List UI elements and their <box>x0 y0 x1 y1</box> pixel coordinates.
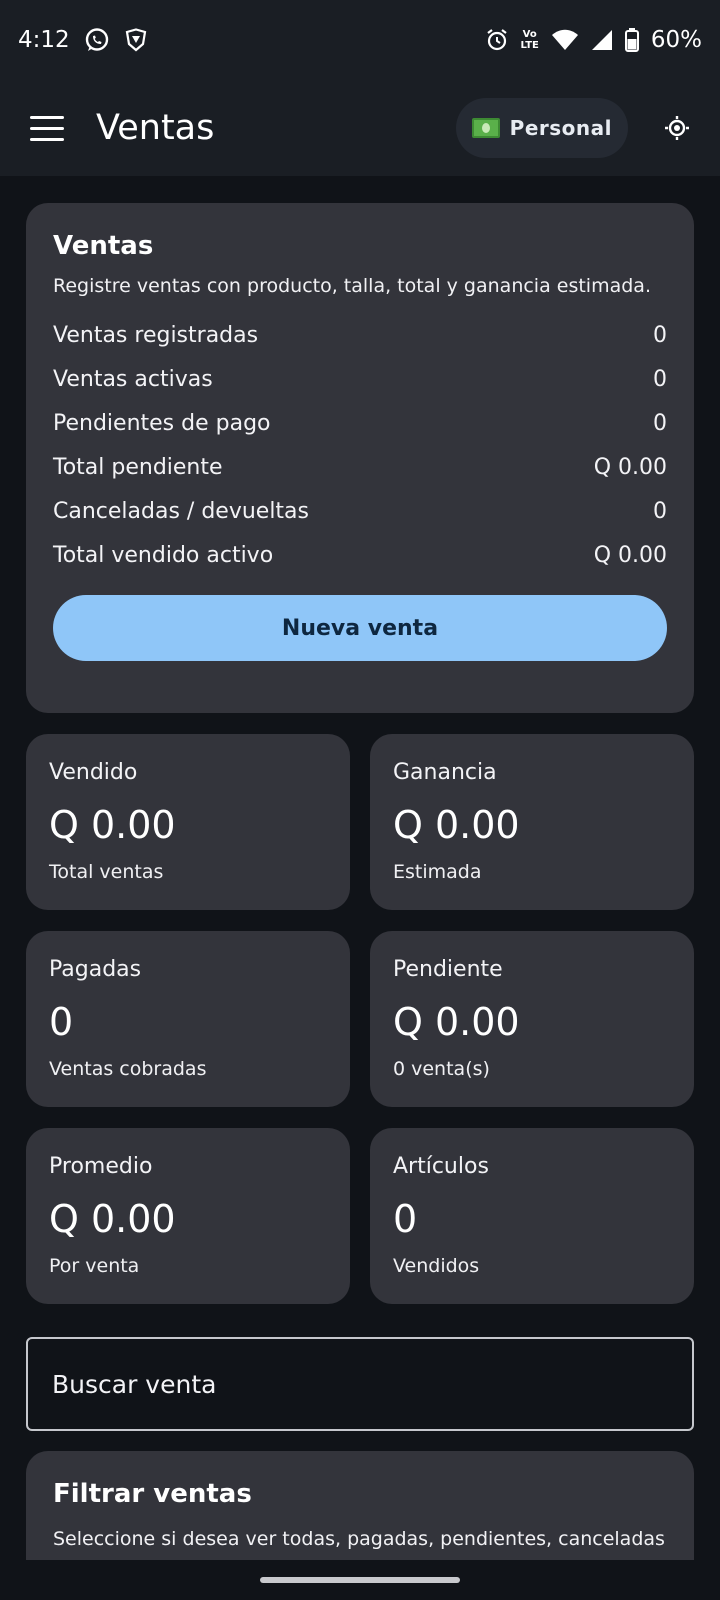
gesture-nav-bar <box>0 1560 720 1600</box>
brightness-icon[interactable] <box>660 111 694 145</box>
menu-icon[interactable] <box>30 111 64 145</box>
status-left: 4:12 <box>18 27 148 53</box>
stat-value: 0 <box>653 498 667 524</box>
metric-card-sold: Vendido Q 0.00 Total ventas <box>26 734 350 910</box>
metric-value: Q 0.00 <box>49 803 176 847</box>
metric-caption: 0 venta(s) <box>393 1058 490 1080</box>
metric-caption: Por venta <box>49 1255 140 1277</box>
metric-value: 0 <box>49 1000 74 1044</box>
new-sale-button[interactable]: Nueva venta <box>53 595 667 661</box>
stat-row-active: Ventas activas 0 <box>53 357 667 401</box>
app-bar: Ventas Personal <box>0 80 720 176</box>
stat-row-pending-payment: Pendientes de pago 0 <box>53 401 667 445</box>
stat-label: Total pendiente <box>53 454 223 480</box>
wifi-icon <box>551 29 579 51</box>
metric-value: 0 <box>393 1197 418 1241</box>
metric-card-profit: Ganancia Q 0.00 Estimada <box>370 734 694 910</box>
metric-caption: Total ventas <box>49 861 164 883</box>
metric-value: Q 0.00 <box>393 803 520 847</box>
stat-value: 0 <box>653 322 667 348</box>
volte-icon: Vo LTE <box>521 29 539 51</box>
metric-card-pending: Pendiente Q 0.00 0 venta(s) <box>370 931 694 1107</box>
summary-title: Ventas <box>53 231 154 261</box>
stat-label: Canceladas / devueltas <box>53 498 309 524</box>
metric-label: Pagadas <box>49 957 142 982</box>
stat-label: Total vendido activo <box>53 542 274 568</box>
signal-icon <box>591 29 613 51</box>
whatsapp-icon <box>84 27 110 53</box>
metric-label: Artículos <box>393 1154 489 1179</box>
status-bar: 4:12 Vo LTE 60% <box>0 0 720 80</box>
metric-label: Ganancia <box>393 760 497 785</box>
stat-row-registered: Ventas registradas 0 <box>53 313 667 357</box>
stat-value: 0 <box>653 366 667 392</box>
metric-caption: Vendidos <box>393 1255 480 1277</box>
stat-row-cancelled: Canceladas / devueltas 0 <box>53 489 667 533</box>
stat-value: Q 0.00 <box>593 454 667 480</box>
metric-label: Vendido <box>49 760 138 785</box>
volte-bottom: LTE <box>520 40 539 51</box>
stat-row-total-pending: Total pendiente Q 0.00 <box>53 445 667 489</box>
stat-label: Pendientes de pago <box>53 410 271 436</box>
alarm-icon <box>485 28 509 52</box>
summary-subtitle: Registre ventas con producto, talla, tot… <box>53 275 651 297</box>
page-title: Ventas <box>96 108 215 148</box>
metric-value: Q 0.00 <box>49 1197 176 1241</box>
profile-mode-chip[interactable]: Personal <box>455 98 628 158</box>
volte-top: Vo <box>522 29 537 40</box>
stat-label: Ventas registradas <box>53 322 259 348</box>
metric-value: Q 0.00 <box>393 1000 520 1044</box>
shield-icon <box>124 28 148 52</box>
metric-caption: Ventas cobradas <box>49 1058 207 1080</box>
metric-card-average: Promedio Q 0.00 Por venta <box>26 1128 350 1304</box>
stat-row-total-active: Total vendido activo Q 0.00 <box>53 533 667 577</box>
metric-caption: Estimada <box>393 861 482 883</box>
sales-screen: 4:12 Vo LTE 60% Ventas Personal Ventas R… <box>0 0 720 1600</box>
filter-title: Filtrar ventas <box>53 1479 252 1509</box>
summary-stats: Ventas registradas 0 Ventas activas 0 Pe… <box>53 313 667 577</box>
home-gesture-handle[interactable] <box>260 1577 460 1583</box>
metric-label: Promedio <box>49 1154 153 1179</box>
search-input[interactable] <box>52 1339 668 1429</box>
battery-percent: 60% <box>650 27 702 53</box>
sales-summary-card: Ventas Registre ventas con producto, tal… <box>26 203 694 713</box>
status-time: 4:12 <box>18 27 70 53</box>
profile-mode-label: Personal <box>509 116 612 140</box>
stat-label: Ventas activas <box>53 366 213 392</box>
stat-value: 0 <box>653 410 667 436</box>
search-field[interactable] <box>26 1337 694 1431</box>
metric-card-items: Artículos 0 Vendidos <box>370 1128 694 1304</box>
money-icon <box>471 118 500 138</box>
stat-value: Q 0.00 <box>593 542 667 568</box>
metric-card-paid: Pagadas 0 Ventas cobradas <box>26 931 350 1107</box>
battery-icon <box>624 28 639 52</box>
metric-label: Pendiente <box>393 957 503 982</box>
status-right: Vo LTE 60% <box>485 27 702 53</box>
